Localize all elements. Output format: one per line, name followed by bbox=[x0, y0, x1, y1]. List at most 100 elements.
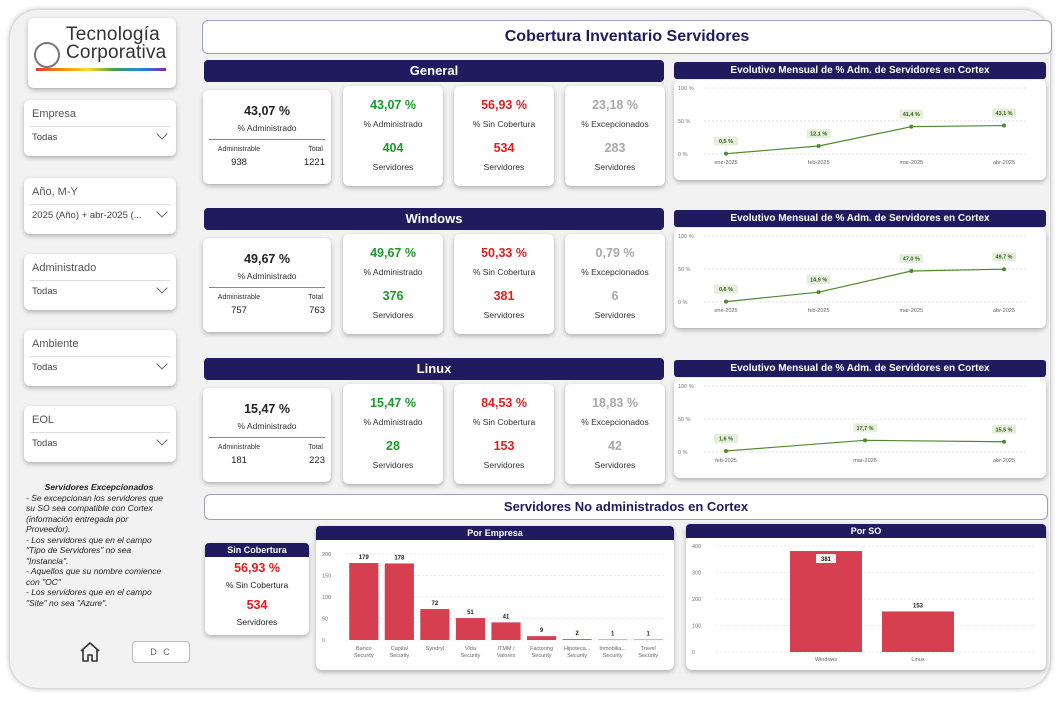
x-tick-label: Inmobilia... bbox=[599, 646, 626, 652]
chevron-down-icon[interactable] bbox=[156, 206, 168, 218]
filter-eol[interactable]: EOL Todas bbox=[24, 406, 176, 462]
kpi-sin-count: 153 bbox=[493, 439, 515, 453]
x-tick-label: Capital bbox=[391, 646, 408, 652]
kpi-exc-count: 283 bbox=[604, 141, 626, 155]
kpi-main-card: 15,47 % % Administrado Administrable Tot… bbox=[203, 388, 331, 482]
dc-button[interactable]: D C bbox=[132, 641, 190, 663]
kpi-adm-label: % Administrado bbox=[363, 417, 423, 427]
kpi-main-pct: 43,07 % bbox=[244, 104, 290, 118]
section-header: Windows bbox=[204, 208, 664, 230]
por-so-title: Por SO bbox=[686, 524, 1046, 538]
filter-value: 2025 (Año) + abr-2025 (... bbox=[32, 210, 142, 221]
por-empresa-panel: Por Empresa 200 150 100 50 0 179 Banco Security… bbox=[316, 526, 674, 670]
sin-cobertura-title: Sin Cobertura bbox=[205, 543, 309, 557]
x-tick-label: Vida bbox=[465, 646, 477, 652]
chevron-down-icon[interactable] bbox=[156, 128, 168, 140]
kpi-adm-pct: 15,47 % bbox=[370, 396, 416, 410]
data-label: 12,1 % bbox=[810, 132, 827, 138]
filter-empresa[interactable]: Empresa Todas bbox=[24, 100, 176, 156]
x-tick-label: feb-2025 bbox=[715, 458, 737, 464]
filter-administrado[interactable]: Administrado Todas bbox=[24, 254, 176, 310]
filter-label: Ambiente bbox=[32, 338, 79, 350]
x-tick-label: Valores bbox=[497, 653, 515, 659]
filter-value: Todas bbox=[32, 286, 58, 297]
chevron-down-icon[interactable] bbox=[156, 434, 168, 446]
data-point bbox=[816, 290, 821, 295]
data-point bbox=[724, 448, 728, 453]
kpi-exc-pct: 18,83 % bbox=[592, 396, 638, 410]
kpi-excepcionados-card: 23,18 % % Excepcionados 283 Servidores bbox=[565, 86, 665, 186]
filter-anio[interactable]: Año, M-Y 2025 (Año) + abr-2025 (... bbox=[24, 178, 176, 234]
kpi-main-label: % Administrado bbox=[237, 421, 297, 431]
kpi-main-card: 43,07 % % Administrado Administrable Tot… bbox=[203, 90, 331, 184]
bar-value-label: 179 bbox=[359, 555, 370, 561]
filter-ambiente[interactable]: Ambiente Todas bbox=[24, 330, 176, 386]
bar bbox=[420, 609, 450, 640]
exception-note: Servidores Excepcionados - Se excepciona… bbox=[26, 482, 172, 608]
bar bbox=[491, 622, 521, 640]
kpi-exc-label: % Excepcionados bbox=[581, 119, 649, 129]
sin-cobertura-count-label: Servidores bbox=[236, 617, 278, 627]
data-label: 0,6 % bbox=[719, 287, 733, 293]
note-line: - Los servidores que en el campo "Tipo d… bbox=[26, 534, 152, 566]
filter-value: Todas bbox=[32, 362, 58, 373]
data-label: 15,5 % bbox=[995, 427, 1012, 433]
y-tick-label: 400 bbox=[692, 544, 701, 550]
x-tick-label: Syndryl bbox=[426, 646, 444, 652]
x-tick-label: abr-2025 bbox=[993, 458, 1015, 464]
note-line: - Aquellos que su nombre comience con "O… bbox=[26, 566, 162, 587]
y-tick-label: 0 % bbox=[678, 152, 688, 158]
kpi-administrado-card: 15,47 % % Administrado 28 Servidores bbox=[343, 384, 443, 484]
x-tick-label: abr-2025 bbox=[993, 308, 1015, 314]
kpi-administrado-card: 43,07 % % Administrado 404 Servidores bbox=[343, 86, 443, 186]
sin-cobertura-pct-label: % Sin Cobertura bbox=[225, 580, 289, 590]
data-label: 1,6 % bbox=[719, 436, 733, 442]
filter-label: Empresa bbox=[32, 108, 77, 120]
data-label: 49,7 % bbox=[995, 255, 1012, 261]
kpi-adm-label: % Administrado bbox=[363, 267, 423, 277]
home-icon[interactable] bbox=[78, 640, 102, 669]
x-tick-label: Security bbox=[354, 653, 374, 659]
line-chart: 100 % 50 % 0 % 0,5 % ene-2025 12,1 % feb-2025 4… bbox=[678, 86, 1026, 166]
total-value: 763 bbox=[309, 305, 325, 316]
chevron-down-icon[interactable] bbox=[156, 282, 168, 294]
brand-logo: Tecnología Corporativa bbox=[28, 18, 176, 88]
por-empresa-chart: 200150100500179BancoSecurity178CapitalSe… bbox=[322, 552, 666, 659]
x-tick-label: Banco bbox=[356, 646, 372, 652]
note-line: - Los servidores que en el campo "Site" … bbox=[26, 587, 152, 608]
note-line: - Se excepcionan los servidores que su S… bbox=[26, 492, 164, 535]
kpi-exc-count: 42 bbox=[608, 439, 622, 453]
bar-value-label: 178 bbox=[394, 555, 405, 561]
kpi-exc-count-label: Servidores bbox=[594, 162, 636, 172]
kpi-adm-count: 376 bbox=[382, 289, 404, 303]
administrable-label: Administrable bbox=[217, 444, 261, 451]
data-point bbox=[909, 124, 914, 129]
y-tick-label: 50 % bbox=[678, 417, 691, 423]
filter-label: EOL bbox=[32, 414, 55, 426]
x-tick-label: feb-2025 bbox=[808, 308, 830, 314]
y-tick-label: 200 bbox=[322, 552, 331, 558]
kpi-excepcionados-card: 0,79 % % Excepcionados 6 Servidores bbox=[565, 234, 665, 334]
y-tick-label: 0 % bbox=[678, 450, 688, 456]
kpi-sin-cobertura-card: 50,33 % % Sin Cobertura 381 Servidores bbox=[454, 234, 554, 334]
section-header: General bbox=[204, 60, 664, 82]
kpi-exc-count: 6 bbox=[611, 289, 619, 303]
data-label: 43,1 % bbox=[995, 111, 1012, 117]
x-tick-label: Security bbox=[638, 653, 658, 659]
x-tick-label: ene-2025 bbox=[714, 308, 737, 314]
administrable-value: 938 bbox=[231, 157, 247, 168]
total-value: 1221 bbox=[303, 157, 325, 168]
kpi-adm-count: 404 bbox=[382, 141, 404, 155]
administrable-value: 181 bbox=[231, 455, 247, 466]
chevron-down-icon[interactable] bbox=[156, 358, 168, 370]
kpi-adm-count: 28 bbox=[386, 439, 400, 453]
line-chart: 100 % 50 % 0 % 1,6 % feb-2025 17,7 % mar-2025 1… bbox=[678, 384, 1026, 464]
kpi-sin-cobertura-card: 56,93 % % Sin Cobertura 534 Servidores bbox=[454, 86, 554, 186]
total-label: Total bbox=[308, 294, 323, 301]
kpi-main-pct: 15,47 % bbox=[244, 402, 290, 416]
bar-value-label: 72 bbox=[432, 601, 439, 607]
filter-label: Año, M-Y bbox=[32, 186, 78, 198]
x-tick-label: Security bbox=[389, 653, 409, 659]
por-so-panel: Por SO 400 300 200 100 0 381 Windows 153 Linux bbox=[686, 524, 1046, 670]
line-chart-title: Evolutivo Mensual de % Adm. de Servidore… bbox=[674, 210, 1046, 227]
